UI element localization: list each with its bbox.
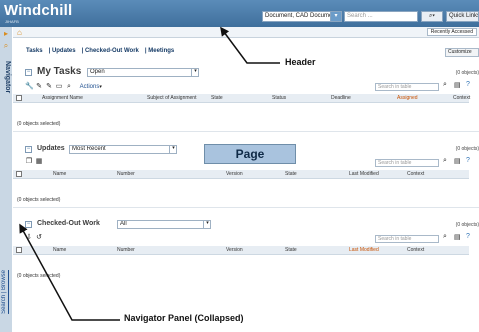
- divider: [13, 131, 479, 132]
- find-icon[interactable]: ⌕: [443, 233, 447, 241]
- search-browse-links[interactable]: Search | Browse: [1, 270, 11, 314]
- actions-menu[interactable]: Actions: [80, 84, 100, 90]
- column-state[interactable]: State: [285, 247, 297, 253]
- select-all-checkbox[interactable]: [16, 171, 22, 177]
- column-state[interactable]: State: [211, 95, 223, 101]
- copy-icon[interactable]: ❐: [25, 158, 33, 166]
- help-icon[interactable]: ?: [466, 157, 470, 164]
- expand-navigator-icon[interactable]: ▸: [1, 29, 11, 38]
- column-number[interactable]: Number: [117, 247, 135, 253]
- column-assigned[interactable]: Assigned: [397, 95, 418, 101]
- complete-task-icon[interactable]: ✎: [35, 83, 43, 91]
- navigator-annotation: Navigator Panel (Collapsed): [124, 313, 244, 323]
- tab-meetings[interactable]: Meetings: [148, 48, 174, 54]
- main-content: Tasks | Updates | Checked-Out Work | Meetin…: [13, 39, 479, 332]
- column-last-modified[interactable]: Last Modified: [349, 247, 379, 253]
- column-context[interactable]: Context: [407, 171, 424, 177]
- my-tasks-title: My Tasks: [37, 66, 82, 77]
- windchill-logo: Windchill: [4, 2, 73, 19]
- help-icon[interactable]: ?: [466, 233, 470, 240]
- column-deadline[interactable]: Deadline: [331, 95, 351, 101]
- customize-button[interactable]: Customize: [445, 48, 479, 57]
- view-icon[interactable]: ▤: [454, 233, 461, 241]
- find-icon[interactable]: ⌕: [443, 157, 447, 165]
- updates-count: (0 objects): [455, 146, 479, 152]
- undo-checkout-icon[interactable]: ↺: [35, 234, 43, 242]
- page-annotation: Page: [204, 144, 296, 164]
- check-in-icon[interactable]: ⇩: [25, 234, 33, 242]
- quick-links-button[interactable]: Quick Links: [446, 11, 479, 22]
- select-all-checkbox[interactable]: [16, 95, 22, 101]
- windchill-screen: Windchill JIHAFB Document, CAD Document …: [0, 0, 479, 332]
- my-tasks-count: (0 objects): [455, 70, 479, 76]
- column-assignment-name[interactable]: Assignment Name: [42, 95, 83, 101]
- updates-title: Updates: [37, 145, 65, 152]
- my-tasks-table-header: Assignment Name Subject of Assignment St…: [13, 94, 470, 103]
- column-name[interactable]: Name: [53, 171, 66, 177]
- column-version[interactable]: Version: [226, 247, 243, 253]
- column-name[interactable]: Name: [53, 247, 66, 253]
- update-task-icon[interactable]: ✎: [45, 83, 53, 91]
- navigator-title[interactable]: Navigator: [1, 61, 11, 111]
- column-number[interactable]: Number: [117, 171, 135, 177]
- checked-out-selected-info: (0 objects selected): [17, 273, 61, 279]
- my-tasks-table-search[interactable]: Search in table: [375, 83, 439, 91]
- reassign-icon[interactable]: 🔧: [25, 83, 34, 91]
- find-icon[interactable]: ⌕: [443, 81, 447, 89]
- view-icon[interactable]: ▤: [454, 81, 461, 89]
- header-annotation: Header: [285, 57, 316, 67]
- recently-accessed-button[interactable]: Recently Accessed: [426, 28, 477, 36]
- chevron-down-icon[interactable]: ▾: [169, 145, 177, 154]
- updates-selected-info: (0 objects selected): [17, 197, 61, 203]
- navigator-panel: ▸ ⌕ Navigator Search | Browse: [0, 27, 12, 332]
- column-context[interactable]: Context: [407, 247, 424, 253]
- logo-subtitle: JIHAFB: [5, 19, 19, 24]
- updates-toolbar: ❐ ▦: [25, 158, 45, 167]
- home-icon[interactable]: ⌂: [17, 28, 22, 37]
- export-icon[interactable]: ▦: [35, 158, 43, 166]
- search-go-button[interactable]: ⌕▾: [421, 11, 443, 22]
- collapse-updates-icon[interactable]: −: [25, 146, 32, 153]
- updates-table-search[interactable]: Search in table: [375, 159, 439, 167]
- home-tabs: Tasks | Updates | Checked-Out Work | Meetin…: [26, 48, 175, 54]
- search-icon[interactable]: ⌕: [1, 41, 11, 50]
- chevron-down-icon[interactable]: ▾: [330, 11, 342, 22]
- checked-out-table-search[interactable]: Search in table: [375, 235, 439, 243]
- updates-filter[interactable]: Most Recent: [69, 145, 177, 154]
- column-state[interactable]: State: [285, 171, 297, 177]
- header-search-input[interactable]: Search ...: [344, 11, 418, 22]
- column-context[interactable]: Context: [453, 95, 470, 101]
- chevron-down-icon[interactable]: ▾: [191, 68, 199, 77]
- checked-out-filter[interactable]: All: [117, 220, 211, 229]
- breadcrumb: ⌂ Recently Accessed: [13, 27, 479, 38]
- my-tasks-filter[interactable]: Open: [87, 68, 199, 77]
- search-icon[interactable]: ⌕: [65, 83, 73, 91]
- collapse-my-tasks-icon[interactable]: −: [25, 69, 32, 76]
- my-tasks-selected-info: (0 objects selected): [17, 121, 61, 127]
- tab-checked-out-work[interactable]: Checked-Out Work: [85, 48, 139, 54]
- checked-out-toolbar: ⇩ ↺: [25, 234, 45, 243]
- column-version[interactable]: Version: [226, 171, 243, 177]
- tab-tasks[interactable]: Tasks: [26, 48, 43, 54]
- divider: [13, 207, 479, 208]
- chevron-down-icon[interactable]: ▾: [203, 220, 211, 229]
- column-subject[interactable]: Subject of Assignment: [147, 95, 196, 101]
- select-all-checkbox[interactable]: [16, 247, 22, 253]
- collapse-checked-out-icon[interactable]: −: [25, 221, 32, 228]
- my-tasks-toolbar: 🔧 ✎ ✎ ▭ ⌕ Actions▾: [25, 83, 102, 92]
- checked-out-title: Checked-Out Work: [37, 220, 100, 227]
- checked-out-count: (0 objects): [455, 222, 479, 228]
- tab-updates[interactable]: Updates: [52, 48, 76, 54]
- chevron-down-icon[interactable]: ▾: [99, 84, 102, 90]
- help-icon[interactable]: ?: [466, 81, 470, 88]
- export-icon[interactable]: ▭: [55, 83, 63, 91]
- view-icon[interactable]: ▤: [454, 157, 461, 165]
- updates-table-header: Name Number Version State Last Modified …: [13, 170, 469, 179]
- checked-out-table-header: Name Number Version State Last Modified …: [13, 246, 469, 255]
- column-last-modified[interactable]: Last Modified: [349, 171, 379, 177]
- column-status[interactable]: Status: [272, 95, 286, 101]
- header-bar: Windchill JIHAFB Document, CAD Document …: [0, 0, 479, 27]
